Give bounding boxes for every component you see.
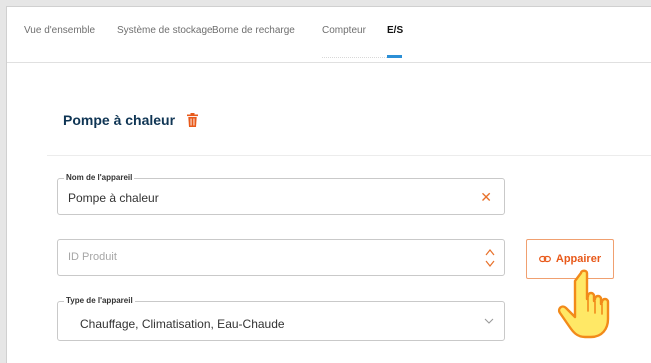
tab-storage-system[interactable]: Système de stockage xyxy=(117,25,213,36)
device-name-field[interactable]: Nom de l'appareil Pompe à chaleur ✕ xyxy=(57,173,505,215)
device-name-value[interactable]: Pompe à chaleur xyxy=(68,191,159,205)
device-name-label: Nom de l'appareil xyxy=(64,173,135,182)
tab-io[interactable]: E/S xyxy=(387,25,403,36)
device-type-label: Type de l'appareil xyxy=(64,296,135,305)
link-icon xyxy=(538,255,551,263)
product-id-field[interactable]: ID Produit xyxy=(57,239,505,276)
tab-divider xyxy=(322,57,387,59)
device-title: Pompe à chaleur xyxy=(63,112,176,128)
device-type-value: Chauffage, Climatisation, Eau-Chaude xyxy=(80,317,285,331)
active-tab-indicator xyxy=(387,55,402,58)
device-type-select[interactable]: Type de l'appareil Chauffage, Climatisat… xyxy=(57,296,505,341)
stepper-icon[interactable] xyxy=(484,246,496,270)
tab-bar: Vue d'ensemble Système de stockage Borne… xyxy=(7,7,651,63)
tab-meter[interactable]: Compteur xyxy=(322,25,366,36)
pointer-hand-icon xyxy=(557,269,610,339)
section-divider xyxy=(47,155,651,156)
product-id-placeholder[interactable]: ID Produit xyxy=(68,251,117,263)
pair-button-label: Appairer xyxy=(555,253,602,265)
close-icon[interactable]: ✕ xyxy=(480,189,492,206)
tab-overview[interactable]: Vue d'ensemble xyxy=(24,25,95,36)
tab-charging-station[interactable]: Borne de recharge xyxy=(212,25,295,36)
main-panel: Vue d'ensemble Système de stockage Borne… xyxy=(6,6,651,363)
trash-icon[interactable] xyxy=(187,113,198,127)
chevron-down-icon[interactable] xyxy=(484,317,494,325)
